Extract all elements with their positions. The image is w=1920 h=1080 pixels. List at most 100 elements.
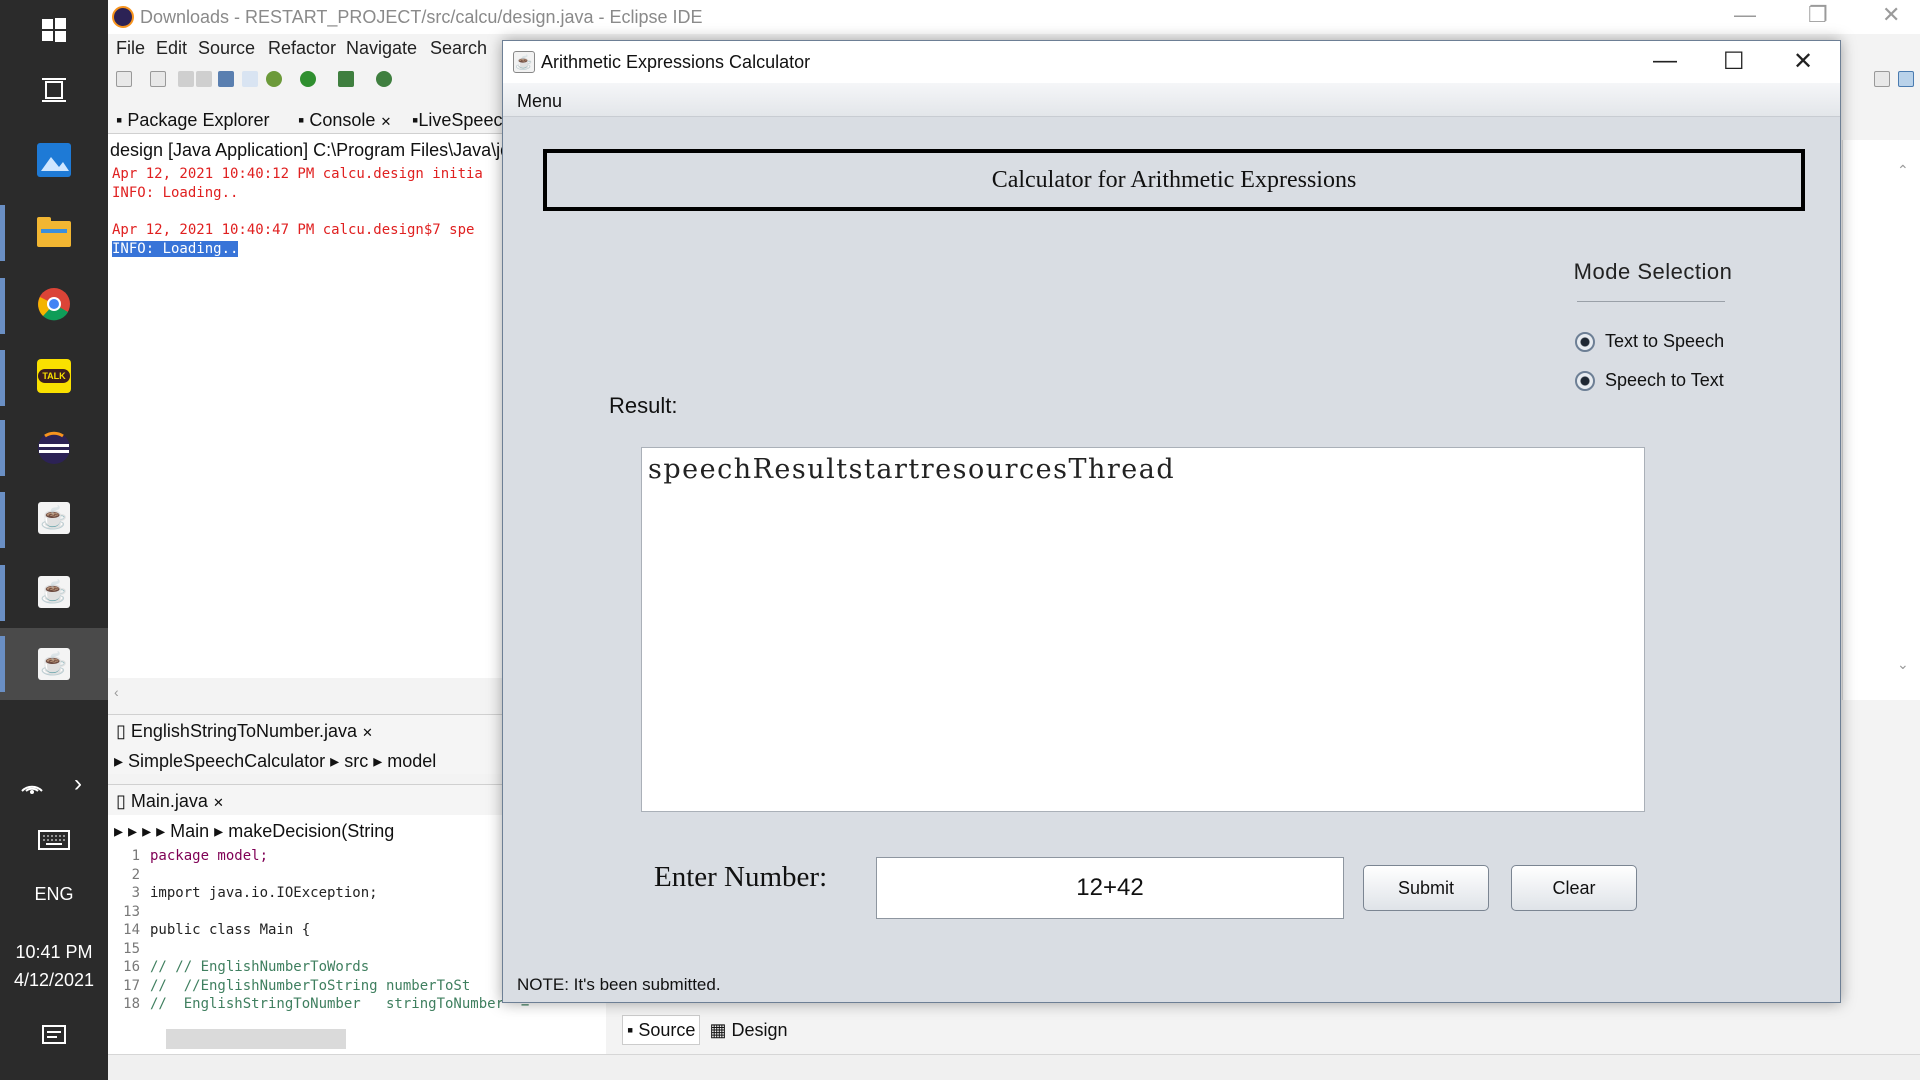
java-app-icon[interactable]: ☕ bbox=[32, 496, 76, 540]
minimize-icon[interactable]: — bbox=[1734, 2, 1756, 28]
external-tools-icon[interactable] bbox=[376, 71, 392, 87]
taskbar-active-indicator bbox=[0, 492, 5, 548]
radio-label: Text to Speech bbox=[1605, 331, 1725, 351]
calculator-header: Calculator for Arithmetic Expressions bbox=[543, 149, 1805, 211]
editor-english-string: ▯ EnglishStringToNumber.java ✕ ▸ SimpleS… bbox=[108, 714, 504, 774]
maximize-icon[interactable]: ☐ bbox=[1723, 47, 1745, 76]
line-number: 1 bbox=[131, 848, 140, 864]
tab-design[interactable]: ▦ Design bbox=[705, 1016, 791, 1044]
terminal-icon[interactable] bbox=[218, 71, 234, 87]
clock-time[interactable]: 10:41 PM bbox=[0, 942, 108, 963]
menu-navigate[interactable]: Navigate bbox=[346, 38, 417, 59]
breadcrumb-model[interactable]: model bbox=[387, 751, 436, 771]
tab-design-label: Design bbox=[731, 1020, 788, 1040]
chevron-right-icon[interactable]: › bbox=[56, 762, 100, 806]
radio-speech-to-text[interactable]: Speech to Text bbox=[1575, 370, 1724, 391]
breadcrumb: ▸ ▸ ▸ ▸ Main ▸ makeDecision(String bbox=[114, 821, 395, 841]
code-text: // // EnglishNumberToWords bbox=[150, 959, 370, 975]
radio-button[interactable] bbox=[1575, 331, 1595, 352]
new-icon[interactable] bbox=[116, 71, 132, 87]
keyboard-icon[interactable] bbox=[32, 818, 76, 862]
line-number: 3 bbox=[131, 885, 140, 901]
restore-icon[interactable]: ❐ bbox=[1808, 2, 1828, 28]
tab-livespeech[interactable]: ▪LiveSpeec bbox=[412, 110, 502, 131]
line-number: 13 bbox=[123, 903, 140, 920]
horizontal-scrollbar[interactable]: ‹ bbox=[108, 684, 504, 700]
console-header: design [Java Application] C:\Program Fil… bbox=[110, 140, 511, 160]
skip-breakpoints-icon[interactable] bbox=[242, 71, 258, 87]
perspective-icon[interactable] bbox=[1874, 71, 1890, 87]
close-icon[interactable]: ✕ bbox=[362, 725, 373, 740]
result-text-area[interactable]: speechResultstartresourcesThread bbox=[641, 447, 1645, 812]
close-icon[interactable]: ✕ bbox=[1882, 2, 1900, 28]
notification-icon[interactable] bbox=[32, 1014, 76, 1058]
radio-button[interactable] bbox=[1575, 370, 1595, 391]
coverage-icon[interactable] bbox=[338, 71, 354, 87]
run-icon[interactable] bbox=[300, 71, 316, 87]
open-type-icon[interactable] bbox=[150, 71, 166, 87]
menu-source[interactable]: Source bbox=[198, 38, 255, 59]
file-explorer-icon[interactable] bbox=[32, 210, 76, 254]
network-icon[interactable] bbox=[10, 762, 54, 806]
chrome-icon[interactable] bbox=[32, 282, 76, 326]
line-number: 16 bbox=[123, 959, 140, 975]
taskbar-active-indicator bbox=[0, 636, 5, 692]
java-app-icon[interactable]: ☕ bbox=[32, 642, 76, 686]
radio-text-to-speech[interactable]: Text to Speech bbox=[1575, 331, 1724, 352]
calculator-title-bar: ☕ Arithmetic Expressions Calculator — ☐ … bbox=[503, 41, 1840, 83]
code-text: package model; bbox=[150, 848, 269, 864]
console-line-selected: INFO: Loading.. bbox=[112, 241, 239, 257]
tab-source[interactable]: ▪ Source bbox=[622, 1015, 701, 1045]
taskbar-active-indicator bbox=[0, 565, 5, 621]
clear-button[interactable]: Clear bbox=[1511, 865, 1637, 911]
language-indicator[interactable]: ENG bbox=[0, 884, 108, 905]
close-icon[interactable]: ✕ bbox=[1793, 47, 1813, 76]
tab-englishstringtonumber[interactable]: ▯ EnglishStringToNumber.java ✕ bbox=[116, 721, 373, 742]
tab-console-label: Console bbox=[309, 110, 376, 130]
menu-refactor[interactable]: Refactor bbox=[268, 38, 336, 59]
mode-selection-title: Mode Selection bbox=[1573, 259, 1733, 284]
taskbar-active-indicator bbox=[0, 278, 5, 334]
java-app-icon: ☕ bbox=[513, 51, 535, 73]
kakaotalk-icon[interactable]: TALK bbox=[32, 354, 76, 398]
breadcrumb-project[interactable]: SimpleSpeechCalculator bbox=[128, 751, 325, 771]
menu-file[interactable]: File bbox=[116, 38, 145, 59]
line-number: 18 bbox=[123, 996, 140, 1012]
calculator-window-title: Arithmetic Expressions Calculator bbox=[541, 52, 811, 72]
menu-edit[interactable]: Edit bbox=[156, 38, 187, 59]
menu-search[interactable]: Search bbox=[430, 38, 487, 59]
number-input[interactable] bbox=[876, 857, 1344, 919]
task-view-icon[interactable] bbox=[32, 68, 76, 112]
save-all-icon[interactable] bbox=[196, 71, 212, 87]
code-text: public class Main { bbox=[150, 922, 311, 938]
breadcrumb-method[interactable]: makeDecision(String bbox=[228, 821, 394, 841]
tab-source-label: Source bbox=[638, 1020, 696, 1040]
tab-package-explorer[interactable]: ▪ Package Explorer bbox=[116, 110, 269, 131]
right-view-area: ⌃ ⌄ bbox=[1842, 140, 1920, 700]
breadcrumb-class[interactable]: Main bbox=[170, 821, 209, 841]
photos-app-icon[interactable] bbox=[32, 138, 76, 182]
horizontal-scrollbar[interactable] bbox=[166, 1029, 346, 1049]
start-windows-icon[interactable] bbox=[32, 8, 76, 52]
debug-icon[interactable] bbox=[266, 71, 282, 87]
eclipse-logo-icon bbox=[112, 6, 134, 28]
submit-button[interactable]: Submit bbox=[1363, 865, 1489, 911]
calculator-menu-bar: Menu bbox=[503, 83, 1840, 117]
close-icon[interactable]: ✕ bbox=[380, 114, 391, 129]
minimize-icon[interactable]: — bbox=[1653, 47, 1677, 75]
menu-menu[interactable]: Menu bbox=[517, 91, 562, 112]
save-icon[interactable] bbox=[178, 71, 194, 87]
breadcrumb-src[interactable]: src bbox=[344, 751, 368, 771]
line-number: 2 bbox=[131, 866, 140, 883]
scroll-down-icon[interactable]: ⌄ bbox=[1897, 656, 1909, 673]
java-perspective-icon[interactable] bbox=[1898, 71, 1914, 87]
tab-main-java[interactable]: ▯ Main.java ✕ bbox=[116, 791, 224, 812]
scroll-up-icon[interactable]: ⌃ bbox=[1897, 162, 1909, 179]
close-icon[interactable]: ✕ bbox=[213, 795, 224, 810]
eclipse-icon[interactable] bbox=[32, 426, 76, 470]
console-line: INFO: Loading.. bbox=[112, 185, 239, 201]
java-app-icon[interactable]: ☕ bbox=[32, 570, 76, 614]
line-number: 17 bbox=[123, 977, 140, 994]
clock-date[interactable]: 4/12/2021 bbox=[0, 970, 108, 991]
tab-console[interactable]: ▪ Console ✕ bbox=[298, 110, 391, 131]
